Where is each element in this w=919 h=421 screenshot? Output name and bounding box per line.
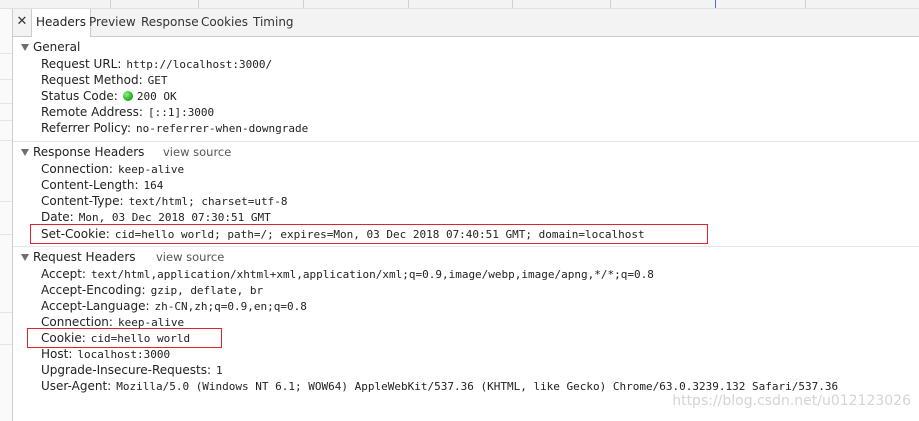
header-key: Status Code: bbox=[41, 89, 118, 103]
header-key: Host: bbox=[41, 347, 73, 361]
header-row: User-Agent: Mozilla/5.0 (Windows NT 6.1; … bbox=[41, 378, 838, 394]
request-view-source-link[interactable]: view source bbox=[156, 249, 224, 265]
details-tab-bar: ✕ Headers Preview Response Cookies Timin… bbox=[13, 9, 919, 37]
header-value: gzip, deflate, br bbox=[150, 284, 264, 297]
header-row: Accept: text/html,application/xhtml+xml,a… bbox=[41, 266, 654, 282]
column-divider bbox=[512, 0, 513, 8]
header-key: Connection: bbox=[41, 162, 113, 176]
column-divider bbox=[610, 0, 611, 8]
header-row: Accept-Language: zh-CN,zh;q=0.9,en;q=0.8 bbox=[41, 298, 307, 314]
header-value: http://localhost:3000/ bbox=[126, 58, 273, 71]
header-row: Request Method: GET bbox=[41, 72, 167, 88]
header-row: Status Code: 200 OK bbox=[41, 88, 177, 104]
header-value: Mozilla/5.0 (Windows NT 6.1; WOW64) Appl… bbox=[116, 380, 839, 393]
header-key: Content-Length: bbox=[41, 178, 139, 192]
tab-headers[interactable]: Headers bbox=[31, 9, 91, 37]
column-divider bbox=[408, 0, 409, 8]
section-divider bbox=[13, 141, 919, 142]
status-ok-icon bbox=[122, 91, 133, 101]
headers-panel: General Request URL: http://localhost:300… bbox=[13, 37, 919, 421]
close-icon[interactable]: ✕ bbox=[15, 14, 29, 30]
section-divider bbox=[13, 246, 919, 247]
collapse-triangle-icon bbox=[21, 148, 29, 156]
header-value: [::1]:3000 bbox=[147, 106, 215, 119]
header-value: 1 bbox=[216, 364, 223, 377]
section-title: General bbox=[33, 40, 81, 54]
header-key: Referrer Policy: bbox=[41, 121, 131, 135]
response-view-source-link[interactable]: view source bbox=[163, 144, 231, 160]
header-value: GET bbox=[147, 74, 168, 87]
header-value: 164 bbox=[143, 179, 164, 192]
header-row: Host: localhost:3000 bbox=[41, 346, 170, 362]
collapse-triangle-icon bbox=[21, 253, 29, 261]
header-row: Referrer Policy: no-referrer-when-downgra… bbox=[41, 120, 308, 136]
header-row: Request URL: http://localhost:3000/ bbox=[41, 56, 272, 72]
header-key: Date: bbox=[41, 210, 74, 224]
section-title: Response Headers bbox=[33, 145, 145, 159]
tab-response[interactable]: Response bbox=[137, 9, 203, 36]
header-key: Accept-Encoding: bbox=[41, 283, 146, 297]
column-divider bbox=[110, 0, 111, 8]
header-value: text/html; charset=utf-8 bbox=[128, 195, 288, 208]
request-list-column bbox=[0, 9, 13, 421]
request-list-strip bbox=[0, 0, 919, 9]
header-value: Mon, 03 Dec 2018 07:30:51 GMT bbox=[78, 211, 271, 224]
general-section-header[interactable]: General bbox=[13, 39, 80, 55]
header-value: zh-CN,zh;q=0.9,en;q=0.8 bbox=[154, 300, 307, 313]
response-headers-section-header[interactable]: Response Headers bbox=[13, 144, 144, 160]
header-row: Upgrade-Insecure-Requests: 1 bbox=[41, 362, 223, 378]
column-divider bbox=[303, 0, 304, 8]
section-title: Request Headers bbox=[33, 250, 136, 264]
header-row: Content-Type: text/html; charset=utf-8 bbox=[41, 193, 288, 209]
set-cookie-highlight-box bbox=[30, 224, 708, 244]
header-key: Remote Address: bbox=[41, 105, 143, 119]
row-divider bbox=[0, 234, 12, 235]
row-divider bbox=[0, 140, 12, 141]
header-key: Connection: bbox=[41, 315, 113, 329]
watermark-text: https://blog.csdn.net/u012123026 bbox=[672, 393, 911, 409]
header-value: no-referrer-when-downgrade bbox=[136, 122, 309, 135]
header-row: Remote Address: [::1]:3000 bbox=[41, 104, 214, 120]
header-value: 200 OK bbox=[136, 90, 177, 103]
row-divider bbox=[0, 312, 12, 313]
header-row: Connection: keep-alive bbox=[41, 161, 184, 177]
header-key: User-Agent: bbox=[41, 379, 112, 393]
row-divider bbox=[0, 201, 12, 202]
header-value: localhost:3000 bbox=[77, 348, 171, 361]
header-key: Request URL: bbox=[41, 57, 122, 71]
row-divider bbox=[0, 120, 12, 121]
header-key: Upgrade-Insecure-Requests: bbox=[41, 363, 212, 377]
collapse-triangle-icon bbox=[21, 43, 29, 51]
row-divider bbox=[0, 53, 12, 54]
header-key: Accept-Language: bbox=[41, 299, 150, 313]
request-headers-section-header[interactable]: Request Headers bbox=[13, 249, 136, 265]
column-divider bbox=[198, 0, 199, 8]
cookie-highlight-box bbox=[27, 328, 222, 348]
header-row: Content-Length: 164 bbox=[41, 177, 163, 193]
timeline-marker bbox=[715, 0, 716, 8]
header-key: Accept: bbox=[41, 267, 86, 281]
header-value: text/html,application/xhtml+xml,applicat… bbox=[90, 268, 654, 281]
row-divider bbox=[0, 344, 12, 345]
header-key: Content-Type: bbox=[41, 194, 124, 208]
row-divider bbox=[0, 103, 12, 104]
row-divider bbox=[0, 79, 12, 80]
header-row: Accept-Encoding: gzip, deflate, br bbox=[41, 282, 263, 298]
tab-cookies[interactable]: Cookies bbox=[197, 9, 252, 36]
tab-timing[interactable]: Timing bbox=[249, 9, 298, 36]
header-row: Date: Mon, 03 Dec 2018 07:30:51 GMT bbox=[41, 209, 271, 225]
header-key: Request Method: bbox=[41, 73, 143, 87]
header-value: keep-alive bbox=[117, 163, 185, 176]
column-divider bbox=[805, 0, 806, 8]
tab-preview[interactable]: Preview bbox=[85, 9, 140, 36]
